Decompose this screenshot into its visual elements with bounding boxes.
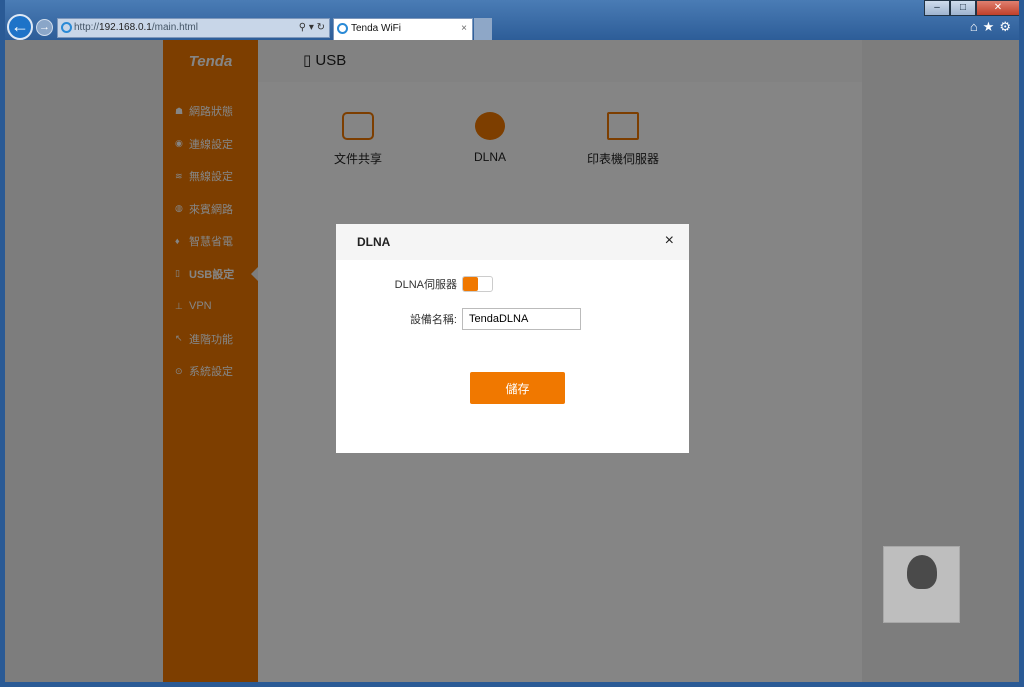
page-viewport: Tenda ☗ 網路狀態 ◉ 連線設定 ≋ 無線設定 ◍ 來賓網路 ♦ 智慧省電 ▯ USB設定 ⊥ VP… bbox=[5, 40, 1019, 682]
dlna-server-label: DLNA伺服器 bbox=[394, 279, 457, 291]
forward-button[interactable]: → bbox=[36, 19, 53, 36]
dlna-dialog: DLNA × DLNA伺服器 設備名稱: 儲存 bbox=[336, 224, 689, 453]
ie-icon bbox=[61, 22, 72, 33]
ie-icon bbox=[337, 23, 348, 34]
maximize-button[interactable]: □ bbox=[950, 0, 976, 16]
bear-illustration bbox=[906, 555, 937, 589]
search-refresh-icons[interactable]: ⚲ ▾ ↻ bbox=[299, 19, 325, 37]
close-icon[interactable]: × bbox=[665, 232, 674, 250]
toggle-on-indicator bbox=[463, 277, 478, 291]
watermark-logo bbox=[883, 546, 960, 623]
browser-chrome: – □ ✕ ← → http://192.168.0.1/main.html ⚲ … bbox=[0, 0, 1024, 40]
tab-title: Tenda WiFi bbox=[351, 23, 402, 34]
url-host: 192.168.0.1 bbox=[99, 22, 152, 33]
device-name-label: 設備名稱: bbox=[409, 314, 457, 326]
dlna-server-toggle[interactable] bbox=[462, 276, 493, 292]
minimize-button[interactable]: – bbox=[924, 0, 950, 16]
url-prefix: http:// bbox=[74, 22, 100, 33]
dialog-title: DLNA bbox=[357, 235, 391, 249]
tab-tenda-wifi[interactable]: Tenda WiFi × bbox=[333, 18, 473, 40]
dlna-server-row: DLNA伺服器 bbox=[336, 276, 493, 292]
device-name-row: 設備名稱: bbox=[336, 308, 581, 330]
address-bar[interactable]: http://192.168.0.1/main.html ⚲ ▾ ↻ bbox=[57, 18, 330, 38]
save-button[interactable]: 儲存 bbox=[470, 372, 565, 404]
dialog-header: DLNA × bbox=[336, 224, 689, 260]
close-window-button[interactable]: ✕ bbox=[976, 0, 1020, 16]
back-button[interactable]: ← bbox=[7, 14, 33, 40]
toolbar-icons[interactable]: ⌂★⚙ bbox=[970, 19, 1016, 35]
url-path: /main.html bbox=[151, 22, 198, 33]
tab-close-icon[interactable]: × bbox=[461, 19, 467, 39]
device-name-input[interactable] bbox=[462, 308, 581, 330]
new-tab-button[interactable] bbox=[474, 18, 492, 40]
window-controls: – □ ✕ bbox=[924, 0, 1020, 16]
